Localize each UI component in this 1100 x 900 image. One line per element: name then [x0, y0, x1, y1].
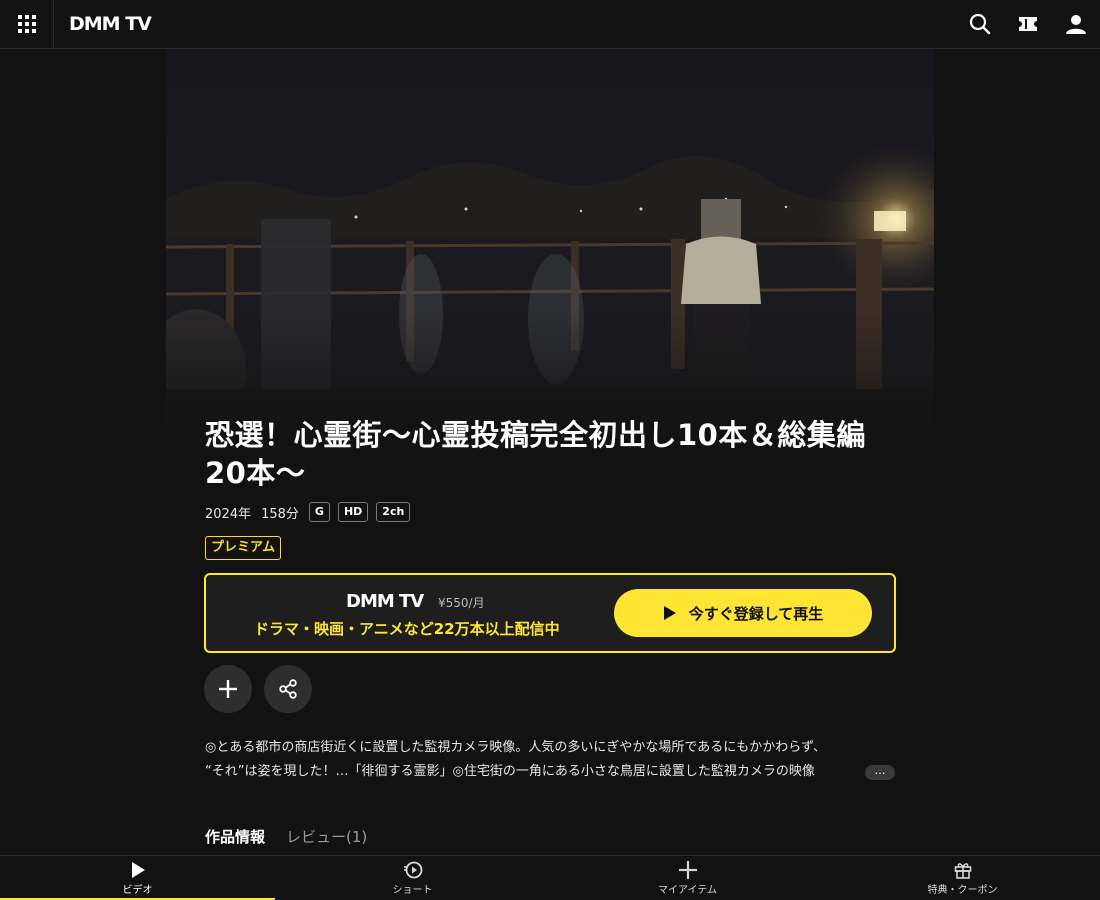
ticket-icon — [1019, 17, 1037, 31]
account-button[interactable] — [1064, 12, 1088, 36]
nav-label-video: ビデオ — [122, 885, 153, 896]
bottom-navigation: ビデオ ショート マイアイテム 特典・クーポン — [0, 855, 1100, 900]
play-icon — [131, 862, 145, 878]
plus-icon — [219, 680, 237, 698]
nav-label-short: ショート — [392, 885, 433, 896]
share-icon — [279, 679, 297, 699]
description-line-1: ◎とある都市の商店街近くに設置した監視カメラ映像。人気の多いにぎやかな場所である… — [205, 740, 827, 755]
search-button[interactable] — [968, 12, 992, 36]
tab-work-info[interactable]: 作品情報 — [205, 826, 265, 847]
nav-item-coupons[interactable]: 特典・クーポン — [825, 856, 1100, 900]
description-line-2: “それ”は姿を現した！…「徘徊する霊影」◎住宅街の一角にある小さな鳥居に設置した… — [205, 764, 815, 779]
tab-reviews[interactable]: レビュー(1) — [286, 826, 367, 847]
subscribe-button-label: 今すぐ登録して再生 — [688, 604, 824, 623]
subscribe-promo-box: DMM TV ¥550/月 ドラマ・映画・アニメなど22万本以上配信中 今すぐ登… — [204, 573, 896, 653]
video-title: 恐選！心霊街～心霊投稿完全初出し10本＆総集編20本～ — [205, 418, 866, 490]
quality-badge: HD — [337, 502, 369, 522]
search-icon — [969, 13, 991, 35]
ticket-button[interactable] — [1016, 12, 1040, 36]
promo-copy: ドラマ・映画・アニメなど22万本以上配信中 — [254, 620, 560, 638]
add-to-my-list-button[interactable] — [204, 665, 252, 713]
account-icon — [1066, 15, 1086, 34]
release-year: 2024年 — [205, 506, 252, 522]
premium-badge: プレミアム — [205, 536, 282, 560]
promo-price: ¥550/月 — [438, 596, 485, 610]
duration: 158分 — [261, 506, 299, 522]
nav-item-my-items[interactable]: マイアイテム — [550, 856, 825, 900]
plus-icon — [678, 861, 697, 879]
nav-item-video[interactable]: ビデオ — [0, 856, 275, 900]
video-description: ◎とある都市の商店街近くに設置した監視カメラ映像。人気の多いにぎやかな場所である… — [205, 736, 897, 784]
share-button[interactable] — [264, 665, 312, 713]
subscribe-and-play-button[interactable]: 今すぐ登録して再生 — [614, 589, 872, 637]
audio-badge: 2ch — [376, 502, 411, 522]
apps-grid-icon — [17, 15, 36, 33]
gift-icon — [954, 863, 971, 879]
rating-badge: G — [308, 502, 330, 522]
play-icon — [663, 606, 676, 620]
short-video-icon — [403, 861, 422, 879]
nav-item-short[interactable]: ショート — [275, 856, 550, 900]
nav-label-coupons: 特典・クーポン — [927, 885, 998, 896]
promo-logo: DMM TV — [346, 591, 424, 612]
expand-description-button[interactable]: … — [865, 765, 895, 780]
video-meta: 2024年 158分 G HD 2ch — [205, 501, 411, 523]
nav-label-my-items: マイアイテム — [658, 885, 717, 896]
apps-grid-button[interactable] — [0, 0, 54, 48]
top-header: DMM TV — [0, 0, 1100, 49]
dmm-tv-logo[interactable]: DMM TV — [69, 12, 152, 36]
